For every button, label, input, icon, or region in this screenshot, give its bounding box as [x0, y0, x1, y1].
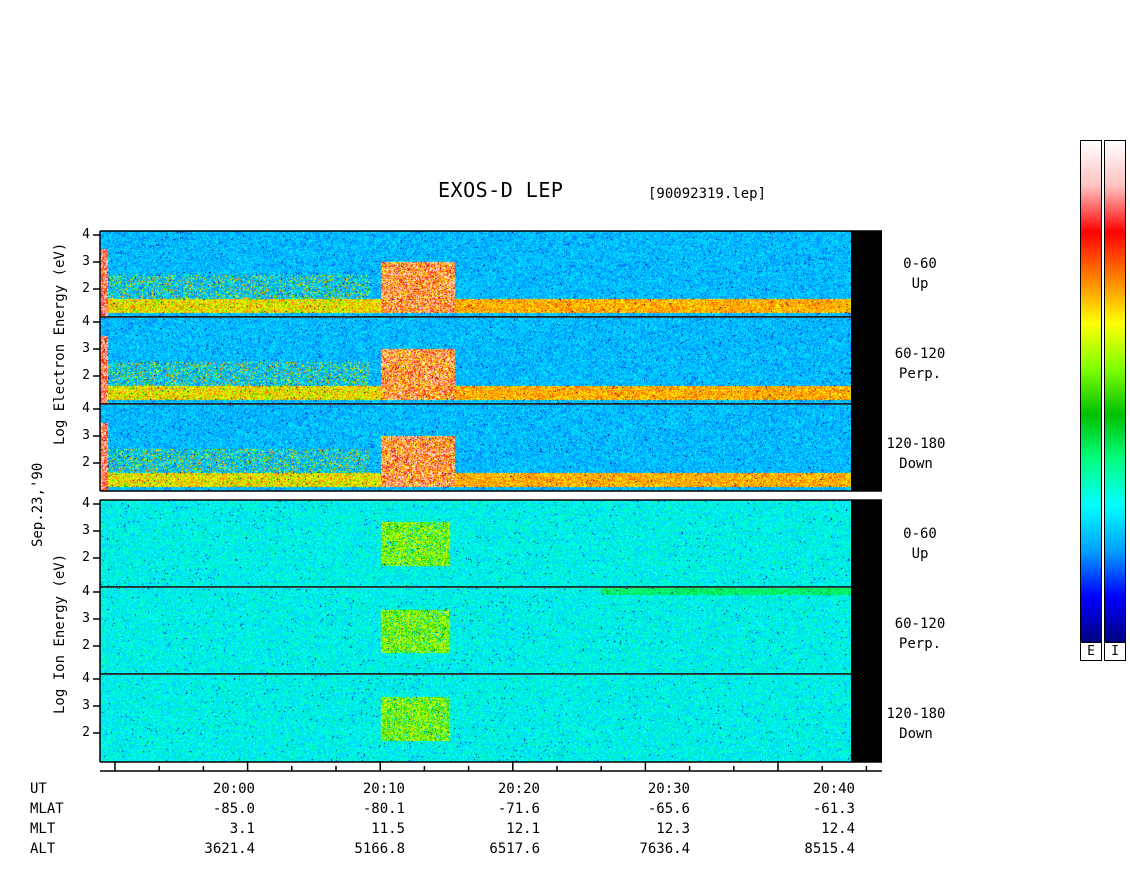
x-row-name: MLAT [30, 801, 64, 817]
x-row-value: -61.3 [812, 801, 855, 817]
x-row-value: 20:40 [812, 781, 855, 797]
x-row-value: 6517.6 [489, 841, 540, 857]
x-row-name: MLT [30, 821, 56, 837]
x-row-value: 20:20 [497, 781, 540, 797]
ion-colorbar-label: I [1104, 642, 1126, 661]
x-row-value: 7636.4 [639, 841, 690, 857]
x-row-value: 20:10 [362, 781, 405, 797]
x-row-value: 11.5 [371, 821, 405, 837]
x-row-value: 20:30 [647, 781, 690, 797]
x-row-name: ALT [30, 841, 56, 857]
x-row-value: -71.6 [497, 801, 540, 817]
x-row-value: 3621.4 [204, 841, 255, 857]
time-axis [100, 761, 882, 772]
ion-colorbar [1104, 140, 1126, 643]
x-row-value: 12.1 [506, 821, 540, 837]
x-row-value: -65.6 [647, 801, 690, 817]
x-row-value: -80.1 [362, 801, 405, 817]
x-row-value: 3.1 [229, 821, 255, 837]
x-row-value: 12.3 [656, 821, 690, 837]
x-row-value: 8515.4 [804, 841, 855, 857]
electron-colorbar [1080, 140, 1102, 643]
x-row-value: 12.4 [821, 821, 855, 837]
x-row-value: 5166.8 [354, 841, 405, 857]
x-row-value: -85.0 [212, 801, 255, 817]
x-row-value: 20:00 [212, 781, 255, 797]
electron-colorbar-label: E [1080, 642, 1102, 661]
x-row-name: UT [30, 781, 47, 797]
